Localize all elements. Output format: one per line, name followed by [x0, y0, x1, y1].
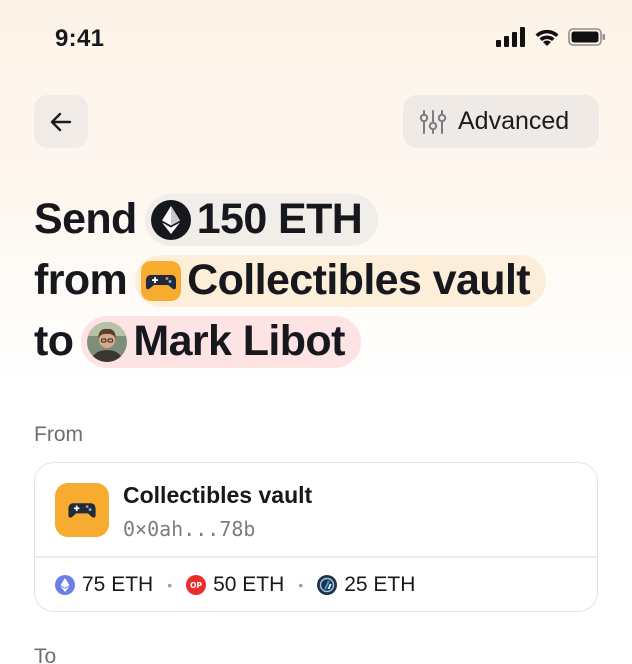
status-bar: 9:41	[0, 0, 632, 78]
to-section-label: To	[34, 645, 57, 664]
status-icons	[496, 27, 606, 47]
from-account-card[interactable]: Collectibles vault 0×0ah...78b 75 ETH • …	[34, 462, 598, 612]
vault-chip[interactable]: Collectibles vault	[135, 254, 547, 307]
vault-chip-text: Collectibles vault	[187, 256, 531, 304]
avatar-icon	[87, 321, 128, 362]
from-word: from	[34, 256, 128, 304]
balance-arbitrum-amount: 25 ETH	[344, 573, 416, 596]
arbitrum-network-icon	[317, 575, 338, 595]
send-summary-headline: Send 150 ETH from Collectibles vault to …	[34, 189, 547, 372]
vault-avatar	[55, 483, 109, 537]
balance-ethereum-amount: 75 ETH	[82, 573, 154, 596]
separator-dot: •	[298, 577, 304, 593]
card-divider	[35, 556, 597, 558]
from-account-address: 0×0ah...78b	[123, 517, 256, 541]
optimism-network-icon: OP	[186, 575, 207, 595]
arrow-left-icon	[50, 112, 72, 131]
balance-optimism-amount: 50 ETH	[213, 573, 285, 596]
network-balances: 75 ETH • OP 50 ETH • 25 ETH	[55, 573, 415, 597]
advanced-button[interactable]: Advanced	[403, 95, 599, 148]
from-account-name: Collectibles vault	[123, 482, 313, 508]
amount-chip[interactable]: 150 ETH	[144, 193, 379, 246]
headline-from-line: from Collectibles vault	[34, 250, 547, 311]
amount-text: 150 ETH	[196, 195, 363, 243]
advanced-label: Advanced	[458, 107, 570, 135]
wifi-icon	[535, 29, 559, 46]
gamepad-icon	[141, 260, 182, 301]
status-time: 9:41	[55, 25, 105, 52]
balance-arbitrum: 25 ETH	[317, 573, 415, 597]
gamepad-icon	[68, 503, 96, 518]
sliders-icon	[419, 109, 447, 134]
headline-send-line: Send 150 ETH	[34, 189, 546, 250]
from-section-label: From	[34, 423, 83, 446]
recipient-chip[interactable]: Mark Libot	[81, 315, 361, 368]
battery-icon	[568, 28, 605, 46]
balance-optimism: OP 50 ETH	[186, 573, 284, 597]
cellular-signal-icon	[496, 27, 525, 47]
headline-to-line: to Mark Libot	[34, 311, 546, 372]
ethereum-icon	[150, 199, 191, 240]
separator-dot: •	[167, 577, 173, 593]
svg-text:OP: OP	[190, 581, 202, 590]
ethereum-network-icon	[55, 575, 75, 595]
to-word: to	[34, 317, 74, 365]
recipient-chip-text: Mark Libot	[133, 317, 345, 365]
back-button[interactable]	[34, 95, 88, 148]
balance-ethereum: 75 ETH	[55, 573, 153, 597]
send-word: Send	[34, 195, 137, 243]
